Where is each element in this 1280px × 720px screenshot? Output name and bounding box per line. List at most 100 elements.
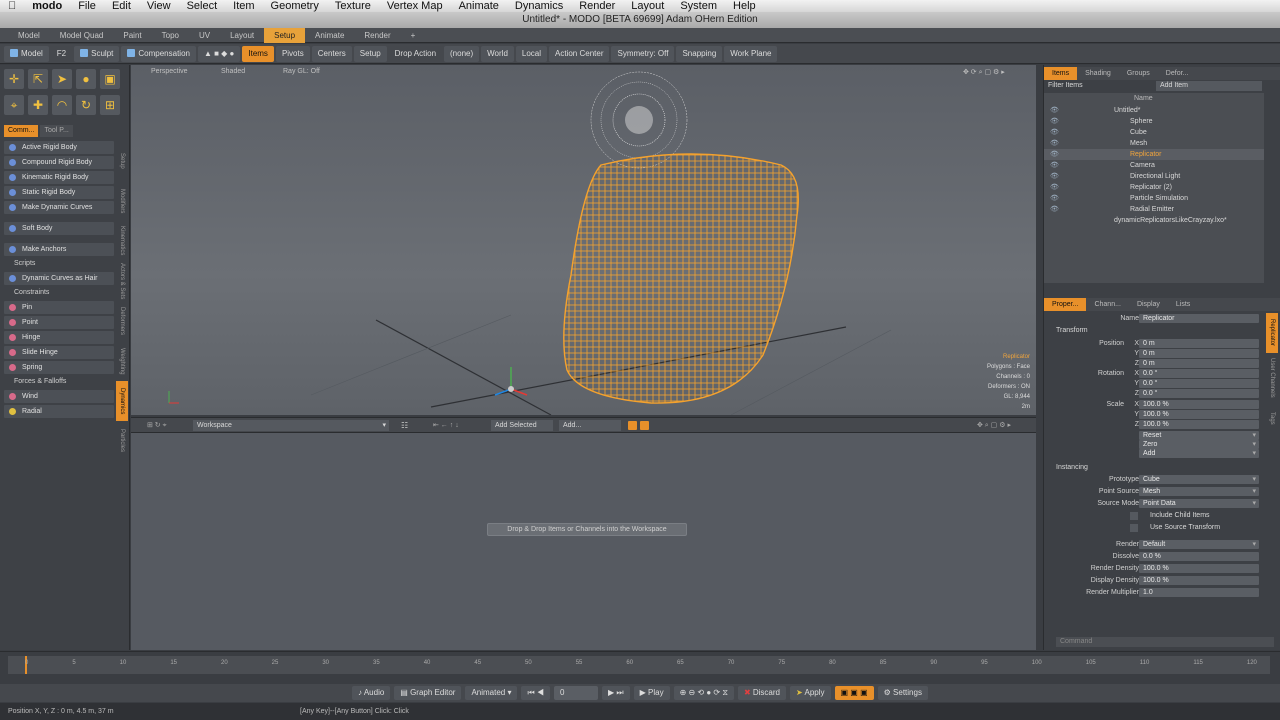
side-tab-tags[interactable]: Tags	[1266, 403, 1278, 433]
render-dropdown[interactable]: Default	[1139, 540, 1259, 549]
eye-icon[interactable]: 👁	[1050, 138, 1059, 149]
action-center-dropdown[interactable]: Action Center	[549, 45, 610, 62]
position-z-field[interactable]: 0 m	[1139, 359, 1259, 368]
apple-icon[interactable]: 	[0, 0, 24, 12]
menu-layout[interactable]: Layout	[623, 0, 672, 12]
eye-icon[interactable]: 👁	[1050, 116, 1059, 127]
include-child-checkbox[interactable]	[1130, 512, 1138, 520]
3d-viewport[interactable]: Perspective Shaded Ray GL: Off ✥ ⟳ ⌕ ▢ ⚙…	[131, 65, 1036, 415]
add-selected-button[interactable]: Add Selected	[491, 420, 553, 431]
menu-render[interactable]: Render	[571, 0, 623, 12]
make-dynamic-curves-button[interactable]: Make Dynamic Curves	[4, 201, 114, 214]
menu-texture[interactable]: Texture	[327, 0, 379, 12]
move-icon[interactable]: ✛	[4, 69, 24, 89]
menu-animate[interactable]: Animate	[451, 0, 507, 12]
position-y-field[interactable]: 0 m	[1139, 349, 1259, 358]
layout-toggle-icons[interactable]: ▣ ▣ ▣	[834, 686, 874, 700]
scale-x-field[interactable]: 100.0 %	[1139, 400, 1259, 409]
eye-icon[interactable]: 👁	[1050, 171, 1059, 182]
audio-button[interactable]: ♪ Audio	[352, 686, 391, 700]
tab-tool-properties[interactable]: Tool P...	[40, 125, 73, 137]
light-icon[interactable]: ●	[76, 69, 96, 89]
static-rigid-body-button[interactable]: Static Rigid Body	[4, 186, 114, 199]
spring-button[interactable]: Spring	[4, 361, 114, 374]
scale-y-field[interactable]: 100.0 %	[1139, 410, 1259, 419]
camera-tool-icon[interactable]: ▣	[100, 69, 120, 89]
render-multiplier-field[interactable]: 1.0	[1139, 588, 1259, 597]
tab-model[interactable]: Model	[8, 28, 50, 43]
apply-button[interactable]: ➤ Apply	[790, 686, 831, 700]
sphere-mesh[interactable]	[590, 71, 688, 169]
pointer-icon[interactable]: ➤	[52, 69, 72, 89]
side-tab-user-channels[interactable]: User Channels	[1266, 353, 1278, 403]
play-button[interactable]: ▶ Play	[633, 686, 670, 700]
selection-mode-icons[interactable]: ▲ ■ ◆ ●	[197, 45, 241, 62]
item-row-selected[interactable]: 👁 Replicator	[1044, 149, 1264, 160]
menu-view[interactable]: View	[139, 0, 179, 12]
scale-z-field[interactable]: 100.0 %	[1139, 420, 1259, 429]
item-row[interactable]: 👁 Replicator (2)	[1044, 182, 1264, 193]
rotate-tool-icon[interactable]: ↻	[76, 95, 96, 115]
symmetry-dropdown[interactable]: Symmetry: Off	[611, 45, 675, 62]
eye-icon[interactable]: 👁	[1050, 105, 1059, 116]
menu-item[interactable]: Item	[225, 0, 262, 12]
timeline[interactable]: 0 5 10 15 20 25 30 35 40 45 50 55 60 65 …	[0, 651, 1280, 684]
item-row[interactable]: 👁 Sphere	[1044, 116, 1264, 127]
hinge-button[interactable]: Hinge	[4, 331, 114, 344]
replicator-mesh[interactable]	[563, 153, 799, 404]
tab-shading[interactable]: Shading	[1077, 67, 1119, 80]
work-plane-dropdown[interactable]: Work Plane	[724, 45, 778, 62]
tab-add[interactable]: +	[401, 28, 426, 43]
name-field[interactable]: Replicator	[1139, 314, 1259, 323]
layout-grid-icon[interactable]: ☷	[401, 421, 408, 430]
tab-layout[interactable]: Layout	[220, 28, 264, 43]
add-dropdown[interactable]: Add	[1139, 449, 1259, 458]
prototype-dropdown[interactable]: Cube	[1139, 475, 1259, 484]
source-mode-dropdown[interactable]: Point Data	[1139, 499, 1259, 508]
eye-icon[interactable]: 👁	[1050, 127, 1059, 138]
menu-vertex-map[interactable]: Vertex Map	[379, 0, 451, 12]
frame-field[interactable]: 0	[554, 686, 599, 700]
graph-editor-button[interactable]: ▤ Graph Editor	[394, 686, 462, 700]
pivots-button[interactable]: Pivots	[275, 45, 310, 62]
point-button[interactable]: Point	[4, 316, 114, 329]
render-density-field[interactable]: 100.0 %	[1139, 564, 1259, 573]
menu-help[interactable]: Help	[725, 0, 764, 12]
app-menu[interactable]: modo	[24, 0, 70, 12]
side-tab-replicator[interactable]: Replicator	[1266, 313, 1278, 353]
compensation-button[interactable]: Compensation	[121, 45, 196, 62]
display-density-field[interactable]: 100.0 %	[1139, 576, 1259, 585]
dissolve-field[interactable]: 0.0 %	[1139, 552, 1259, 561]
vtab-modifiers[interactable]: Modifiers	[116, 181, 128, 221]
item-row[interactable]: 👁 Untitled*	[1044, 105, 1264, 116]
compound-rigid-body-button[interactable]: Compound Rigid Body	[4, 156, 114, 169]
tab-model-quad[interactable]: Model Quad	[50, 28, 114, 43]
menu-file[interactable]: File	[70, 0, 104, 12]
command-input[interactable]: Command	[1056, 637, 1274, 647]
tab-deformers[interactable]: Defor...	[1158, 67, 1197, 80]
position-x-field[interactable]: 0 m	[1139, 339, 1259, 348]
eye-icon[interactable]: 👁	[1050, 193, 1059, 204]
vtab-particles[interactable]: Particles	[116, 421, 128, 461]
menu-system[interactable]: System	[672, 0, 725, 12]
item-row[interactable]: 👁 Mesh	[1044, 138, 1264, 149]
centers-button[interactable]: Centers	[311, 45, 352, 62]
animated-dropdown[interactable]: Animated ▾	[465, 686, 518, 700]
tab-display[interactable]: Display	[1129, 298, 1168, 311]
active-rigid-body-button[interactable]: Active Rigid Body	[4, 141, 114, 154]
item-row[interactable]: 👁 Camera	[1044, 160, 1264, 171]
transport-forward-buttons[interactable]: ▶ ⏭	[602, 686, 630, 700]
record-toggle-2[interactable]	[640, 421, 649, 430]
dynamic-curves-hair-button[interactable]: Dynamic Curves as Hair	[4, 272, 114, 285]
workspace-tool-icons[interactable]: ⊞ ↻ ⌖	[147, 421, 167, 430]
tab-setup[interactable]: Setup	[264, 27, 306, 43]
settings-button[interactable]: ⚙ Settings	[877, 686, 928, 700]
add-item-dropdown[interactable]: Add Item	[1156, 81, 1262, 91]
radial-button[interactable]: Radial	[4, 405, 114, 418]
schematic-workspace[interactable]: Drop & Drop Items or Channels into the W…	[131, 433, 1036, 650]
eye-icon[interactable]: 👁	[1050, 204, 1059, 215]
local-button[interactable]: Local	[515, 45, 548, 62]
transform-gizmo[interactable]	[494, 367, 528, 396]
transport-back-buttons[interactable]: ⏮ ◀	[521, 686, 551, 700]
vtab-dynamics[interactable]: Dynamics	[116, 381, 128, 421]
